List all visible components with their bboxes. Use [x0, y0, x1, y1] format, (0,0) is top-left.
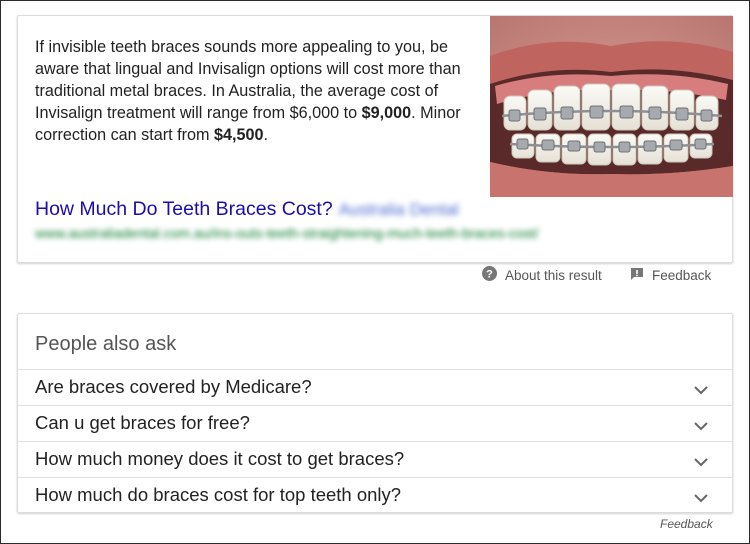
paa-question-item[interactable]: Can u get braces for free?	[18, 405, 732, 441]
snippet-text: If invisible teeth braces sounds more ap…	[35, 36, 480, 146]
braces-smile-illustration	[490, 16, 733, 197]
about-this-result-link[interactable]: ? About this result	[482, 265, 602, 285]
result-source-blurred[interactable]: Australia Dental	[339, 198, 459, 222]
snippet-text-part-3: .	[263, 126, 269, 144]
paa-question-text: Are braces covered by Medicare?	[35, 376, 312, 397]
people-also-ask-card: People also ask Are braces covered by Me…	[17, 313, 733, 513]
feedback-link[interactable]: Feedback	[630, 265, 711, 285]
result-title-link[interactable]: How Much Do Teeth Braces Cost? Australia …	[35, 197, 459, 222]
chevron-down-icon[interactable]	[694, 382, 708, 400]
result-url-blurred[interactable]: www.australiadental.com.au/ins-outs-teet…	[35, 225, 538, 241]
feedback-icon	[630, 267, 644, 284]
snippet-bold-price-2: $4,500	[214, 126, 264, 144]
braces-smile-image[interactable]	[490, 16, 733, 197]
paa-question-text: How much money does it cost to get brace…	[35, 448, 405, 469]
paa-question-item[interactable]: Are braces covered by Medicare?	[18, 369, 732, 405]
people-also-ask-title: People also ask	[35, 333, 177, 355]
chevron-down-icon[interactable]	[694, 418, 708, 436]
featured-snippet-card: If invisible teeth braces sounds more ap…	[17, 15, 733, 263]
paa-feedback-link[interactable]: Feedback	[660, 517, 713, 531]
chevron-down-icon[interactable]	[694, 454, 708, 472]
chevron-down-icon[interactable]	[694, 490, 708, 508]
paa-question-text: Can u get braces for free?	[35, 412, 250, 433]
snippet-bold-price-1: $9,000	[361, 104, 412, 122]
result-title[interactable]: How Much Do Teeth Braces Cost?	[35, 198, 333, 220]
help-circle-icon: ?	[482, 266, 497, 284]
about-this-result-label: About this result	[505, 267, 602, 283]
paa-question-item[interactable]: How much do braces cost for top teeth on…	[18, 477, 732, 513]
paa-question-item[interactable]: How much money does it cost to get brace…	[18, 441, 732, 477]
paa-question-text: How much do braces cost for top teeth on…	[35, 484, 402, 505]
svg-text:?: ?	[486, 268, 493, 280]
feedback-label: Feedback	[652, 267, 712, 283]
